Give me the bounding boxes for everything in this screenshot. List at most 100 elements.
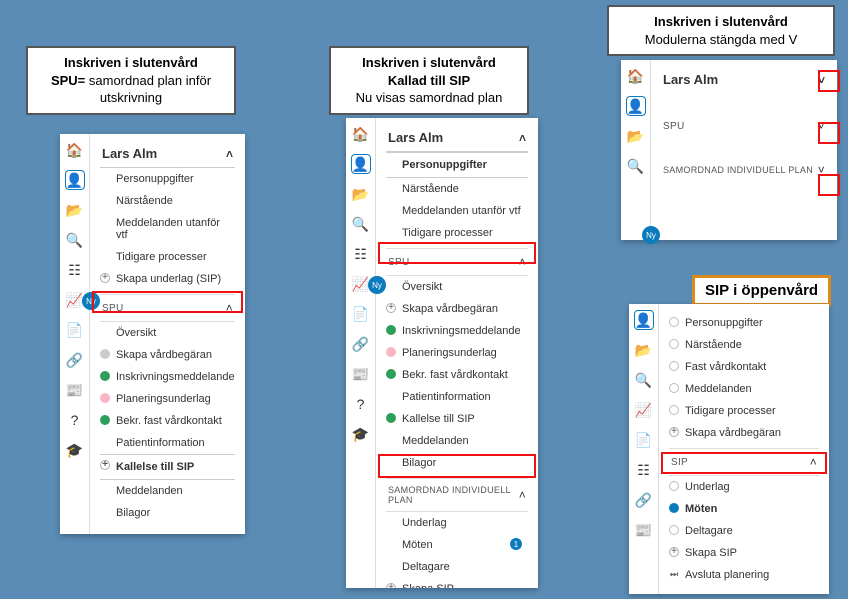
home-icon[interactable]: 🏠 — [65, 140, 85, 160]
spu-oversikt[interactable]: Översikt — [386, 276, 528, 298]
spu-inskrivning[interactable]: Inskrivningsmeddelande — [100, 366, 235, 388]
iconbar-2: 🏠 👤 📂 🔍 ☷ 📈 📄 🔗 📰 ? 🎓 — [346, 118, 376, 588]
search-icon[interactable]: 🔍 — [65, 230, 85, 250]
search-icon[interactable]: 🔍 — [351, 214, 371, 234]
chart-icon[interactable]: 📈 — [634, 400, 654, 420]
spu-kallelse[interactable]: Kallelse till SIP — [100, 454, 235, 480]
label3-line2: Modulerna stängda med V — [645, 32, 797, 47]
nav-meddelanden-vtf[interactable]: Meddelanden utanför vtf — [386, 200, 528, 222]
help-icon[interactable]: ? — [351, 394, 371, 414]
person-icon[interactable]: 👤 — [634, 310, 654, 330]
nav-fast-vardkontakt[interactable]: Fast vårdkontakt — [669, 356, 819, 378]
chevron-up-icon: ˄ — [519, 255, 526, 269]
table-icon[interactable]: ☷ — [65, 260, 85, 280]
spu-vardbegaran[interactable]: Skapa vårdbegäran — [386, 298, 528, 320]
spu-kallelse[interactable]: Kallelse till SIP — [386, 408, 528, 430]
inbox-icon[interactable]: 📂 — [65, 200, 85, 220]
person-icon[interactable]: 👤 — [351, 154, 371, 174]
sip-deltagare[interactable]: Deltagare — [669, 520, 819, 542]
spu-patientinfo[interactable]: Patientinformation — [100, 432, 235, 454]
status-icon — [669, 481, 679, 491]
nav-skapa-underlag[interactable]: Skapa underlag (SIP) — [100, 268, 235, 290]
nav-tidigare[interactable]: Tidigare processer — [669, 400, 819, 422]
sip-moten[interactable]: Möten — [669, 498, 819, 520]
person-icon[interactable]: 👤 — [626, 96, 646, 116]
sip-underlag[interactable]: Underlag — [386, 512, 528, 534]
sip-header[interactable]: SAMORDNAD INDIVIDUELL PLAN˄ — [386, 478, 528, 512]
nav-narstaende[interactable]: Närstående — [100, 190, 235, 212]
link-icon[interactable]: 🔗 — [351, 334, 371, 354]
doc-icon[interactable]: 📄 — [634, 430, 654, 450]
news-icon[interactable]: 📰 — [351, 364, 371, 384]
sip-deltagare[interactable]: Deltagare — [386, 556, 528, 578]
nav-personuppgifter[interactable]: Personuppgifter — [100, 168, 235, 190]
spu-bilagor[interactable]: Bilagor — [100, 502, 235, 524]
spu-planeringsunderlag[interactable]: Planeringsunderlag — [100, 388, 235, 410]
nav-tidigare[interactable]: Tidigare processer — [386, 222, 528, 244]
chevron-up-icon: ˄ — [519, 488, 526, 502]
spu-planeringsunderlag[interactable]: Planeringsunderlag — [386, 342, 528, 364]
search-icon[interactable]: 🔍 — [626, 156, 646, 176]
iconbar-3: 🏠 👤 📂 🔍 — [621, 60, 651, 240]
sip-header[interactable]: SAMORDNAD INDIVIDUELL PLAN˅ — [661, 157, 827, 183]
spu-meddelanden[interactable]: Meddelanden — [386, 430, 528, 452]
patient-title[interactable]: Lars Alm˅ — [661, 68, 827, 101]
spu-bilagor[interactable]: Bilagor — [386, 452, 528, 474]
search-icon[interactable]: 🔍 — [634, 370, 654, 390]
nav-tidigare[interactable]: Tidigare processer — [100, 246, 235, 268]
nav-narstaende[interactable]: Närstående — [669, 334, 819, 356]
chevron-up-icon: ˄ — [226, 147, 233, 161]
doc-icon[interactable]: 📄 — [65, 320, 85, 340]
chevron-up-icon: ˄ — [519, 131, 526, 145]
doc-icon[interactable]: 📄 — [351, 304, 371, 324]
status-icon — [669, 339, 679, 349]
sip-skapa[interactable]: Skapa SIP — [669, 542, 819, 564]
home-icon[interactable]: 🏠 — [351, 124, 371, 144]
status-icon — [669, 405, 679, 415]
spu-bekr[interactable]: Bekr. fast vårdkontakt — [100, 410, 235, 432]
nav-skapa-vardbegaran[interactable]: Skapa vårdbegäran — [669, 422, 819, 444]
help-icon[interactable]: ? — [65, 410, 85, 430]
spu-header[interactable]: SPU˄ — [386, 248, 528, 276]
patient-title[interactable]: Lars Alm˄ — [100, 142, 235, 168]
spu-oversikt[interactable]: Översikt — [100, 322, 235, 344]
nav-personuppgifter[interactable]: Personuppgifter — [669, 312, 819, 334]
label2-line3: Nu visas samordnad plan — [356, 90, 503, 105]
grad-icon[interactable]: 🎓 — [351, 424, 371, 444]
nav-personuppgifter[interactable]: Personuppgifter — [386, 152, 528, 178]
spu-vardbegaran[interactable]: Skapa vårdbegäran — [100, 344, 235, 366]
sip-avsluta[interactable]: Avsluta planering — [669, 564, 819, 586]
sip-skapa[interactable]: Skapa SIP — [386, 578, 528, 588]
sip-moten[interactable]: Möten1 — [386, 534, 528, 556]
link-icon[interactable]: 🔗 — [634, 490, 654, 510]
news-icon[interactable]: 📰 — [65, 380, 85, 400]
spu-bekr[interactable]: Bekr. fast vårdkontakt — [386, 364, 528, 386]
spu-inskrivning[interactable]: Inskrivningsmeddelande — [386, 320, 528, 342]
status-icon — [386, 369, 396, 379]
spu-patientinfo[interactable]: Patientinformation — [386, 386, 528, 408]
sip-underlag[interactable]: Underlag — [669, 476, 819, 498]
person-icon[interactable]: 👤 — [65, 170, 85, 190]
link-icon[interactable]: 🔗 — [65, 350, 85, 370]
nav-meddelanden-vtf[interactable]: Meddelanden utanför vtf — [100, 212, 235, 246]
inbox-icon[interactable]: 📂 — [626, 126, 646, 146]
table-icon[interactable]: ☷ — [351, 244, 371, 264]
patient-title[interactable]: Lars Alm˄ — [386, 126, 528, 152]
inbox-icon[interactable]: 📂 — [351, 184, 371, 204]
chevron-down-icon: ˅ — [818, 119, 825, 133]
iconbar-4: 👤 📂 🔍 📈 📄 ☷ 🔗 📰 — [629, 304, 659, 594]
grad-icon[interactable]: 🎓 — [65, 440, 85, 460]
skip-icon — [669, 569, 679, 579]
spu-header[interactable]: SPU˅ — [661, 113, 827, 139]
nav-meddelanden[interactable]: Meddelanden — [669, 378, 819, 400]
spu-header[interactable]: SPU˄ — [100, 294, 235, 322]
home-icon[interactable]: 🏠 — [626, 66, 646, 86]
sip-header[interactable]: SIP˄ — [669, 448, 819, 476]
plus-icon — [386, 303, 396, 313]
table-icon[interactable]: ☷ — [634, 460, 654, 480]
news-icon[interactable]: 📰 — [634, 520, 654, 540]
inbox-icon[interactable]: 📂 — [634, 340, 654, 360]
label-sip-oppenvard: SIP i öppenvård — [692, 275, 831, 306]
spu-meddelanden[interactable]: Meddelanden — [100, 480, 235, 502]
nav-narstaende[interactable]: Närstående — [386, 178, 528, 200]
